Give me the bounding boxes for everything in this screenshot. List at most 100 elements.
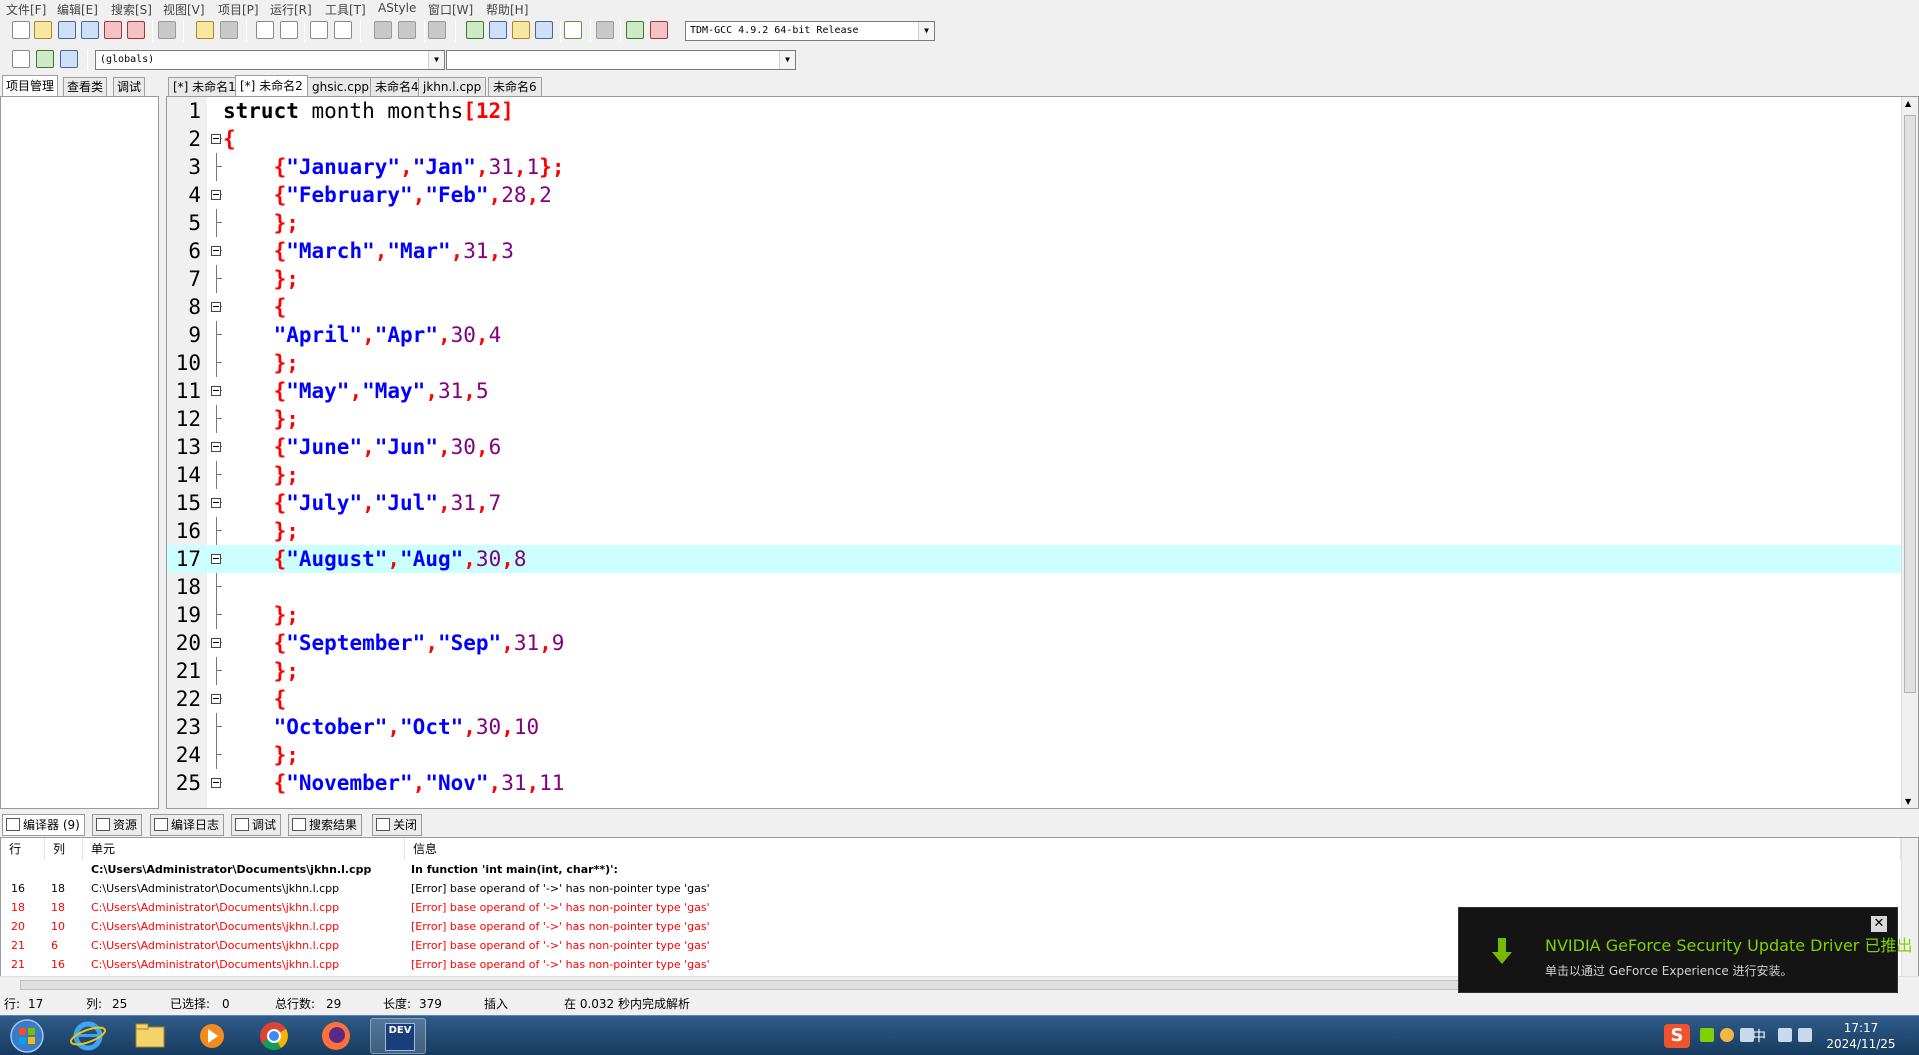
code-line[interactable]: 11 {"May","May",31,5 — [167, 377, 1902, 405]
insert-icon[interactable] — [12, 50, 30, 68]
message-row[interactable]: 16 18 C:\Users\Administrator\Documents\jkh… — [1, 879, 1901, 898]
close-file-icon[interactable] — [104, 21, 122, 39]
column-header-line[interactable]: 行 — [1, 838, 45, 860]
devcpp-taskbar-icon[interactable]: DEV — [370, 1018, 426, 1054]
menu-item-4[interactable]: 项目[P] — [218, 1, 259, 18]
editor-tab-2[interactable]: ghsic.cpp — [307, 77, 375, 97]
code-line[interactable]: 9 "April","Apr",30,4 — [167, 321, 1902, 349]
code-line[interactable]: 4 {"February","Feb",28,2 — [167, 181, 1902, 209]
code-line[interactable]: 24 }; — [167, 741, 1902, 769]
stop-execution-icon[interactable] — [596, 21, 614, 39]
action-center-icon[interactable] — [1798, 1028, 1812, 1042]
fold-toggle-icon[interactable] — [211, 554, 221, 564]
menu-item-0[interactable]: 文件[F] — [6, 1, 46, 18]
toggle-bookmark-icon[interactable] — [36, 50, 54, 68]
fold-toggle-icon[interactable] — [211, 638, 221, 648]
menu-item-6[interactable]: 工具[T] — [325, 1, 366, 18]
system-clock[interactable]: 17:17 2024/11/25 — [1823, 1020, 1899, 1052]
tab-close[interactable]: 关闭 — [372, 814, 423, 836]
notification-close-button[interactable]: ✕ — [1871, 916, 1887, 932]
menu-item-9[interactable]: 帮助[H] — [486, 1, 528, 18]
fold-toggle-icon[interactable] — [211, 498, 221, 508]
tab-compile-log[interactable]: 编译日志 — [150, 814, 225, 836]
undo-icon[interactable] — [196, 21, 214, 39]
rebuild-icon[interactable] — [535, 21, 553, 39]
open-file-icon[interactable] — [34, 21, 52, 39]
ime-mode-label[interactable]: 中 — [1752, 1026, 1766, 1046]
toggle-comment-icon[interactable] — [428, 21, 446, 39]
goto-bookmark-icon[interactable] — [60, 50, 78, 68]
code-line[interactable]: 10 }; — [167, 349, 1902, 377]
code-line[interactable]: 19 }; — [167, 601, 1902, 629]
menu-item-2[interactable]: 搜索[S] — [111, 1, 152, 18]
editor-tab-3[interactable]: 未命名4 — [370, 77, 424, 97]
debug-bug-icon[interactable] — [650, 21, 668, 39]
code-line[interactable]: 8 { — [167, 293, 1902, 321]
save-icon[interactable] — [58, 21, 76, 39]
tab-debug-output[interactable]: 调试 — [231, 814, 282, 836]
column-header-unit[interactable]: 单元 — [83, 838, 405, 860]
scope-select[interactable]: (globals) ▼ — [95, 50, 445, 70]
start-button[interactable] — [4, 1018, 50, 1054]
menu-item-1[interactable]: 编辑[E] — [57, 1, 98, 18]
editor-tab-1[interactable]: [*] 未命名2 — [235, 75, 308, 97]
function-select[interactable]: ▼ — [446, 50, 796, 70]
indent-icon[interactable] — [374, 21, 392, 39]
firefox-taskbar-icon[interactable] — [308, 1018, 364, 1054]
code-line[interactable]: 2{ — [167, 125, 1902, 153]
scroll-thumb[interactable] — [1904, 115, 1916, 693]
compile-icon[interactable] — [466, 21, 484, 39]
code-line[interactable]: 6 {"March","Mar",31,3 — [167, 237, 1902, 265]
code-line[interactable]: 21 }; — [167, 657, 1902, 685]
editor-tab-5[interactable]: 未命名6 — [488, 77, 542, 97]
tab-class-browser[interactable]: 查看类 — [63, 77, 108, 97]
tab-search-results[interactable]: 搜索结果 — [288, 814, 363, 836]
security-tray-icon[interactable] — [1720, 1028, 1734, 1042]
code-line[interactable]: 18 — [167, 573, 1902, 601]
unindent-icon[interactable] — [398, 21, 416, 39]
check-syntax-icon[interactable] — [564, 21, 582, 39]
editor-tab-0[interactable]: [*] 未命名1 — [168, 77, 241, 97]
ie-taskbar-icon[interactable] — [60, 1018, 116, 1054]
code-line[interactable]: 17 {"August","Aug",30,8 — [167, 545, 1902, 573]
fold-toggle-icon[interactable] — [211, 246, 221, 256]
media-player-taskbar-icon[interactable] — [184, 1018, 240, 1054]
replace-icon[interactable] — [280, 21, 298, 39]
sogou-ime-icon[interactable]: S — [1664, 1024, 1690, 1048]
fold-toggle-icon[interactable] — [211, 778, 221, 788]
goto-file-icon[interactable] — [334, 21, 352, 39]
code-line[interactable]: 16 }; — [167, 517, 1902, 545]
fold-toggle-icon[interactable] — [211, 302, 221, 312]
code-line[interactable]: 23 "October","Oct",30,10 — [167, 713, 1902, 741]
editor-vertical-scrollbar[interactable]: ▲ ▼ — [1901, 97, 1918, 808]
code-line[interactable]: 20 {"September","Sep",31,9 — [167, 629, 1902, 657]
code-line[interactable]: 1 struct month months[12] — [167, 97, 1902, 125]
fold-toggle-icon[interactable] — [211, 442, 221, 452]
nvidia-notification[interactable]: NVIDIA GeForce Security Update Driver 已推… — [1458, 907, 1912, 993]
compile-run-icon[interactable] — [512, 21, 530, 39]
fold-toggle-icon[interactable] — [211, 190, 221, 200]
column-header-message[interactable]: 信息 — [405, 838, 1901, 860]
code-line[interactable]: 5 }; — [167, 209, 1902, 237]
column-header-col[interactable]: 列 — [45, 838, 83, 860]
print-icon[interactable] — [158, 21, 176, 39]
code-line[interactable]: 14 }; — [167, 461, 1902, 489]
editor-tab-4[interactable]: jkhn.l.cpp — [418, 77, 487, 97]
code-line[interactable]: 7 }; — [167, 265, 1902, 293]
fold-toggle-icon[interactable] — [211, 386, 221, 396]
network-icon[interactable] — [1778, 1028, 1792, 1042]
fold-toggle-icon[interactable] — [211, 134, 221, 144]
redo-icon[interactable] — [220, 21, 238, 39]
code-line[interactable]: 15 {"July","Jul",31,7 — [167, 489, 1902, 517]
tab-project-manager[interactable]: 项目管理 — [2, 75, 59, 97]
close-all-icon[interactable] — [127, 21, 145, 39]
tab-compiler[interactable]: 编译器 (9) — [2, 814, 85, 836]
menu-item-5[interactable]: 运行[R] — [270, 1, 312, 18]
fold-toggle-icon[interactable] — [211, 694, 221, 704]
new-file-icon[interactable] — [12, 21, 30, 39]
code-line[interactable]: 22 { — [167, 685, 1902, 713]
find-icon[interactable] — [256, 21, 274, 39]
explorer-taskbar-icon[interactable] — [122, 1018, 178, 1054]
tab-resources[interactable]: 资源 — [92, 814, 143, 836]
run-icon[interactable] — [489, 21, 507, 39]
